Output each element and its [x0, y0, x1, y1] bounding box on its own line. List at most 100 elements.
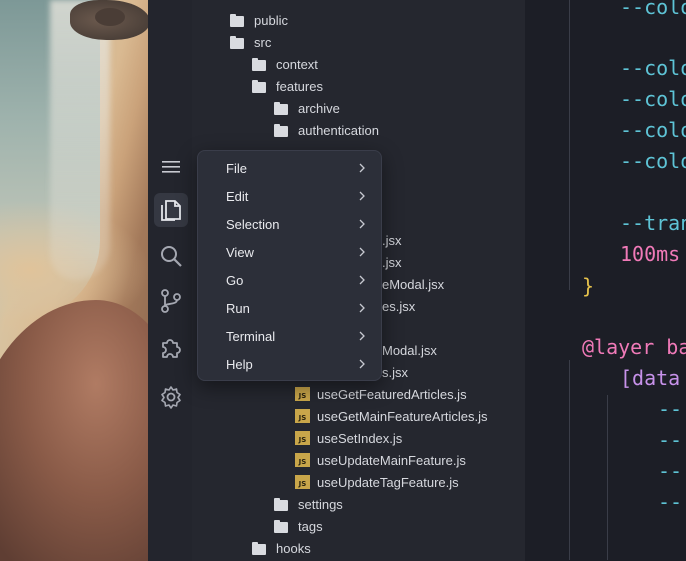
menu-item-label: Help [226, 356, 253, 372]
tree-file[interactable]: s.jsx [382, 361, 408, 383]
code-line: --colo [620, 87, 686, 111]
folder-icon [230, 35, 244, 49]
menu-item-terminal[interactable]: Terminal [198, 322, 381, 350]
folder-icon [252, 57, 266, 71]
tree-folder-features[interactable]: features [252, 75, 323, 97]
folder-icon [274, 497, 288, 511]
code-line: -- [658, 490, 683, 514]
tree-label: useGetFeaturedArticles.js [317, 386, 467, 402]
chevron-right-icon [359, 219, 365, 229]
tree-label: eModal.jsx [382, 276, 445, 292]
code-line: --tran [620, 211, 686, 235]
extensions-icon[interactable] [154, 330, 188, 364]
tree-file-js[interactable]: JS useUpdateTagFeature.js [295, 471, 459, 493]
tree-file-js[interactable]: JS useGetMainFeatureArticles.js [295, 405, 488, 427]
menu-item-file[interactable]: File [198, 154, 381, 182]
code-editor[interactable]: --colo --colo --colo --colo --colo --tra… [525, 0, 686, 561]
explorer-files-icon[interactable] [154, 193, 188, 227]
settings-gear-icon[interactable] [154, 380, 188, 414]
tree-file[interactable]: .jsx [382, 251, 402, 273]
code-line: [data [620, 366, 681, 390]
menu-item-label: Terminal [226, 328, 276, 344]
wallpaper-cliff [0, 300, 150, 561]
tree-label: public [254, 12, 288, 28]
tree-folder-settings[interactable]: settings [274, 493, 343, 515]
code-line: } [582, 274, 595, 298]
chevron-right-icon [359, 163, 365, 173]
indent-guide [607, 395, 608, 560]
desktop-wallpaper [0, 0, 150, 561]
code-line: -- [658, 459, 683, 483]
tree-label: archive [298, 100, 340, 116]
folder-icon [230, 13, 244, 27]
tree-file[interactable]: eModal.jsx [382, 273, 444, 295]
tree-folder-authentication[interactable]: authentication [274, 119, 379, 141]
menu-item-run[interactable]: Run [198, 294, 381, 322]
tree-file-js[interactable]: JS useGetFeaturedArticles.js [295, 383, 467, 405]
tree-label: features [276, 78, 323, 94]
tree-file-js[interactable]: JS useUpdateMainFeature.js [295, 449, 466, 471]
tree-label: es.jsx [382, 298, 416, 314]
chevron-right-icon [359, 191, 365, 201]
menu-item-selection[interactable]: Selection [198, 210, 381, 238]
tree-label: .jsx [382, 232, 402, 248]
tree-label: .jsx [382, 254, 402, 270]
activity-bar [148, 0, 192, 561]
folder-icon [274, 519, 288, 533]
wallpaper-rock-small [95, 8, 125, 26]
tree-file[interactable]: .jsx [382, 229, 402, 251]
code-line: -- [658, 428, 683, 452]
tree-label: s.jsx [382, 364, 408, 380]
tree-label: hooks [276, 540, 311, 556]
tree-label: Modal.jsx [382, 342, 437, 358]
chevron-right-icon [359, 275, 365, 285]
tree-label: useUpdateMainFeature.js [317, 452, 466, 468]
js-file-icon: JS [295, 453, 310, 467]
tree-label: src [254, 34, 272, 50]
tree-folder-src[interactable]: src [230, 31, 271, 53]
application-menu: File Edit Selection View Go Run Terminal… [197, 150, 382, 381]
tree-file-js[interactable]: JS useSetIndex.js [295, 427, 402, 449]
folder-icon [252, 79, 266, 93]
tree-label: tags [298, 518, 323, 534]
tree-label: context [276, 56, 318, 72]
code-line: -- [658, 397, 683, 421]
tree-label: authentication [298, 122, 379, 138]
tree-folder-context[interactable]: context [252, 53, 318, 75]
tree-file[interactable]: es.jsx [382, 295, 415, 317]
chevron-right-icon [359, 303, 365, 313]
wallpaper-foam [50, 0, 110, 280]
menu-hamburger-icon[interactable] [154, 150, 188, 184]
folder-icon [274, 101, 288, 115]
menu-item-view[interactable]: View [198, 238, 381, 266]
tree-label: useSetIndex.js [317, 430, 403, 446]
chevron-right-icon [359, 331, 365, 341]
code-line: --colo [620, 149, 686, 173]
tree-folder-archive[interactable]: archive [274, 97, 340, 119]
js-file-icon: JS [295, 431, 310, 445]
indent-guide [569, 360, 570, 560]
menu-item-label: Go [226, 272, 244, 288]
tree-folder-hooks[interactable]: hooks [252, 537, 311, 559]
menu-item-label: Edit [226, 188, 249, 204]
menu-item-edit[interactable]: Edit [198, 182, 381, 210]
search-icon[interactable] [154, 239, 188, 273]
menu-item-label: File [226, 160, 247, 176]
folder-icon [274, 123, 288, 137]
js-file-icon: JS [295, 475, 310, 489]
tree-file[interactable]: Modal.jsx [382, 339, 437, 361]
tree-folder-public[interactable]: public [230, 9, 288, 31]
tree-label: useUpdateTagFeature.js [317, 474, 459, 490]
code-line: @layer ba [582, 335, 686, 359]
source-control-icon[interactable] [154, 284, 188, 318]
menu-item-help[interactable]: Help [198, 350, 381, 378]
js-file-icon: JS [295, 409, 310, 423]
tree-label: settings [298, 496, 343, 512]
folder-icon [252, 541, 266, 555]
chevron-right-icon [359, 359, 365, 369]
tree-folder-tags[interactable]: tags [274, 515, 323, 537]
code-line: --colo [620, 56, 686, 80]
code-line: 100ms [620, 242, 681, 266]
indent-guide [569, 0, 570, 290]
menu-item-go[interactable]: Go [198, 266, 381, 294]
